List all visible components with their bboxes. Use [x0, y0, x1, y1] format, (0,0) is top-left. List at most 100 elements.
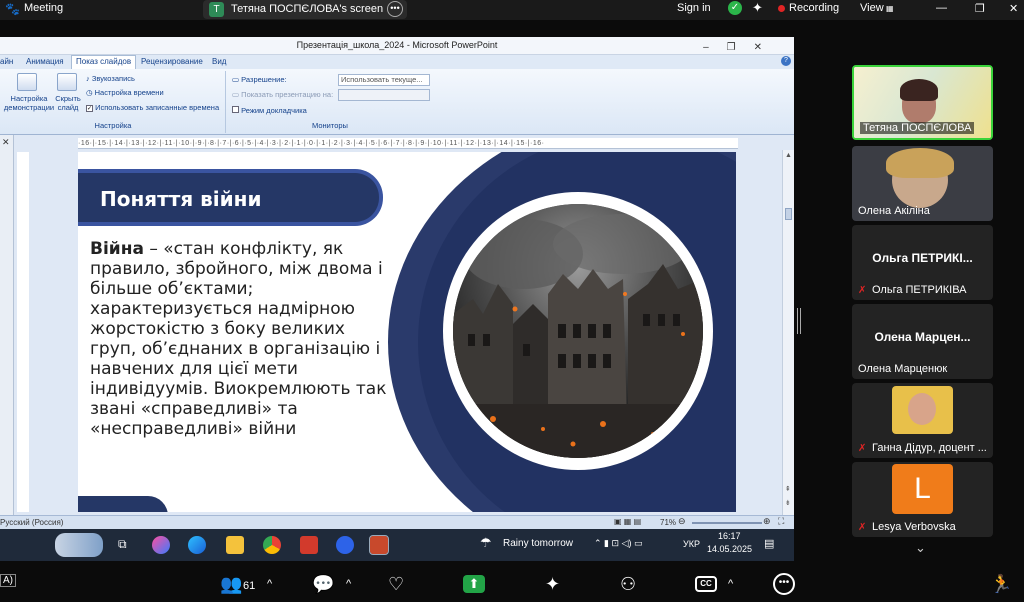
- chat-icon[interactable]: 💬: [312, 574, 334, 595]
- participant-name: Lesya Verbovska: [872, 521, 956, 533]
- captions-icon[interactable]: CC: [695, 576, 717, 592]
- ppt-title-bar: Презентація_школа_2024 - Microsoft Power…: [0, 37, 794, 55]
- clock-icon: ◷: [86, 88, 95, 97]
- hide-slide-button[interactable]: Скрыть слайд: [54, 94, 82, 112]
- gallery-scroll-down-icon[interactable]: ⌄: [915, 540, 926, 556]
- weather-text[interactable]: Rainy tomorrow: [503, 538, 573, 549]
- show-on-select[interactable]: [338, 89, 430, 101]
- leave-icon[interactable]: 🏃: [990, 574, 1012, 595]
- participant-tile-5[interactable]: ✗ Ганна Дідур, доцент ...: [852, 383, 993, 458]
- participant-tile-3[interactable]: Ольга ПЕТРИКІ... ✗ Ольга ПЕТРИКІВА: [852, 225, 993, 300]
- shield-check-icon[interactable]: ✓: [728, 1, 742, 15]
- task-view-icon[interactable]: ⧉: [118, 537, 127, 552]
- participant-initial-avatar: L: [892, 464, 953, 514]
- presenter-view-checkbox[interactable]: Режим докладчика: [232, 106, 307, 115]
- use-timings-label: Использовать записанные времена: [95, 103, 220, 112]
- tray-icons[interactable]: ⌃ ▮ ⊡ ◁) ▭: [594, 538, 642, 549]
- checkbox-unchecked-icon: [232, 106, 239, 113]
- widgets-icon[interactable]: [55, 533, 103, 557]
- pane-close-icon[interactable]: ✕: [2, 137, 10, 148]
- share-screen-icon[interactable]: ⬆: [463, 575, 485, 593]
- tab-animation[interactable]: Анимация: [26, 57, 64, 66]
- file-explorer-icon[interactable]: [226, 536, 244, 554]
- use-timings-checkbox[interactable]: ✓ Использовать записанные времена: [86, 103, 219, 112]
- checkbox-checked-icon: ✓: [86, 105, 93, 112]
- pdf-icon[interactable]: [300, 536, 318, 554]
- restore-icon[interactable]: ❐: [975, 2, 985, 15]
- zoom-out-icon[interactable]: ⊖: [678, 516, 686, 527]
- scroll-thumb[interactable]: [785, 208, 792, 220]
- participant-name: Олена Марценюк: [858, 363, 948, 375]
- view-buttons-icon[interactable]: ▣ ▦ ▤: [614, 517, 641, 526]
- fit-slide-icon[interactable]: ⛶: [778, 516, 784, 527]
- vertical-ruler: [17, 152, 29, 512]
- record-narration-button[interactable]: ♪ Звукозапись: [86, 74, 135, 83]
- participant-name-row: ✗ Lesya Verbovska: [858, 521, 956, 533]
- resolution-label: ▭ Разрешение:: [232, 75, 287, 84]
- minimize-icon[interactable]: —: [936, 2, 947, 14]
- zoom-app-icon[interactable]: [336, 536, 354, 554]
- participant-tile-6[interactable]: L ✗ Lesya Verbovska: [852, 462, 993, 537]
- more-icon[interactable]: •••: [387, 1, 403, 17]
- screen-share-pill[interactable]: T Тетяна ПОСПЄЛОВА's screen •••: [203, 0, 407, 19]
- ai-companion-icon[interactable]: ✦: [545, 574, 560, 595]
- mic-muted-icon: ✗: [858, 522, 867, 533]
- recording-indicator[interactable]: Recording: [778, 2, 839, 14]
- zoom-slider[interactable]: [692, 522, 762, 524]
- mic-muted-icon: ✗: [858, 285, 867, 296]
- tab-slideshow[interactable]: Показ слайдов: [71, 55, 137, 70]
- rehearse-timings-button[interactable]: ◷ Настройка времени: [86, 88, 164, 97]
- next-slide-icon[interactable]: ⇟: [785, 499, 791, 507]
- participant-tile-2[interactable]: Олена Акіліна: [852, 146, 993, 221]
- participant-face: [908, 393, 936, 425]
- mic-muted-icon: ✗: [858, 443, 867, 454]
- split-resize-handle[interactable]: [797, 308, 801, 334]
- apps-icon[interactable]: ⚇: [620, 574, 636, 595]
- group-monitors-label: Мониторы: [312, 121, 348, 130]
- shared-screen: Презентація_школа_2024 - Microsoft Power…: [0, 37, 794, 561]
- weather-icon: ☂: [480, 535, 492, 550]
- vertical-scrollbar[interactable]: ▲ ⇞ ⇟: [782, 150, 794, 515]
- clock-time[interactable]: 16:17: [718, 531, 741, 541]
- slideshow-setup-icon[interactable]: [17, 73, 37, 91]
- tab-view[interactable]: Вид: [212, 57, 226, 66]
- zoom-in-icon[interactable]: ⊕: [763, 516, 771, 527]
- ppt-window-controls[interactable]: –❐✕: [703, 39, 780, 56]
- copilot-icon[interactable]: [152, 536, 170, 554]
- notification-icon[interactable]: ▤: [764, 537, 774, 550]
- tab-design[interactable]: айн: [0, 57, 13, 66]
- participant-name-row: ✗ Ольга ПЕТРИКІВА: [858, 284, 967, 296]
- input-language[interactable]: УКР: [683, 539, 700, 549]
- view-menu[interactable]: View: [860, 2, 884, 14]
- clock-date[interactable]: 14.05.2025: [707, 544, 752, 554]
- slide-canvas[interactable]: Поняття війни Війна – «стан конфлікту, я…: [78, 152, 736, 512]
- slides-pane[interactable]: ✕: [0, 135, 14, 515]
- powerpoint-icon[interactable]: [369, 535, 389, 555]
- chevron-up-icon[interactable]: ^: [728, 578, 733, 590]
- resolution-value: Использовать текуще...: [341, 75, 423, 84]
- more-options-icon[interactable]: •••: [773, 573, 795, 595]
- zoom-level[interactable]: 71%: [660, 518, 676, 527]
- sign-in-link[interactable]: Sign in: [677, 2, 711, 14]
- edge-icon[interactable]: [188, 536, 206, 554]
- hide-slide-icon[interactable]: [57, 73, 77, 91]
- tab-review[interactable]: Рецензирование: [141, 57, 203, 66]
- participants-icon[interactable]: 👥: [220, 574, 242, 595]
- chevron-up-icon[interactable]: ^: [346, 578, 351, 590]
- chevron-up-icon[interactable]: ^: [267, 578, 272, 590]
- close-icon[interactable]: ✕: [1009, 2, 1018, 15]
- scroll-up-icon[interactable]: ▲: [785, 152, 792, 159]
- grid-icon[interactable]: ▦: [886, 4, 894, 13]
- prev-slide-icon[interactable]: ⇞: [785, 485, 791, 493]
- reactions-heart-icon[interactable]: ♡: [388, 574, 404, 595]
- sparkle-icon[interactable]: ✦: [752, 0, 763, 16]
- paw-icon: 🐾: [5, 2, 20, 16]
- participant-tile-4[interactable]: Олена Марцен... Олена Марценюк: [852, 304, 993, 379]
- participant-tile-1[interactable]: Тетяна ПОСПЄЛОВА: [852, 65, 993, 140]
- setup-show-button[interactable]: Настройка демонстрации: [2, 94, 56, 112]
- resolution-select[interactable]: Использовать текуще...: [338, 74, 430, 86]
- ppt-status-bar: Русский (Россия) ▣ ▦ ▤ 71% ⊖ ⊕ ⛶: [0, 515, 794, 529]
- chrome-icon[interactable]: [263, 536, 281, 554]
- presenter-view-label: Режим докладчика: [241, 106, 307, 115]
- help-icon[interactable]: ?: [781, 56, 791, 66]
